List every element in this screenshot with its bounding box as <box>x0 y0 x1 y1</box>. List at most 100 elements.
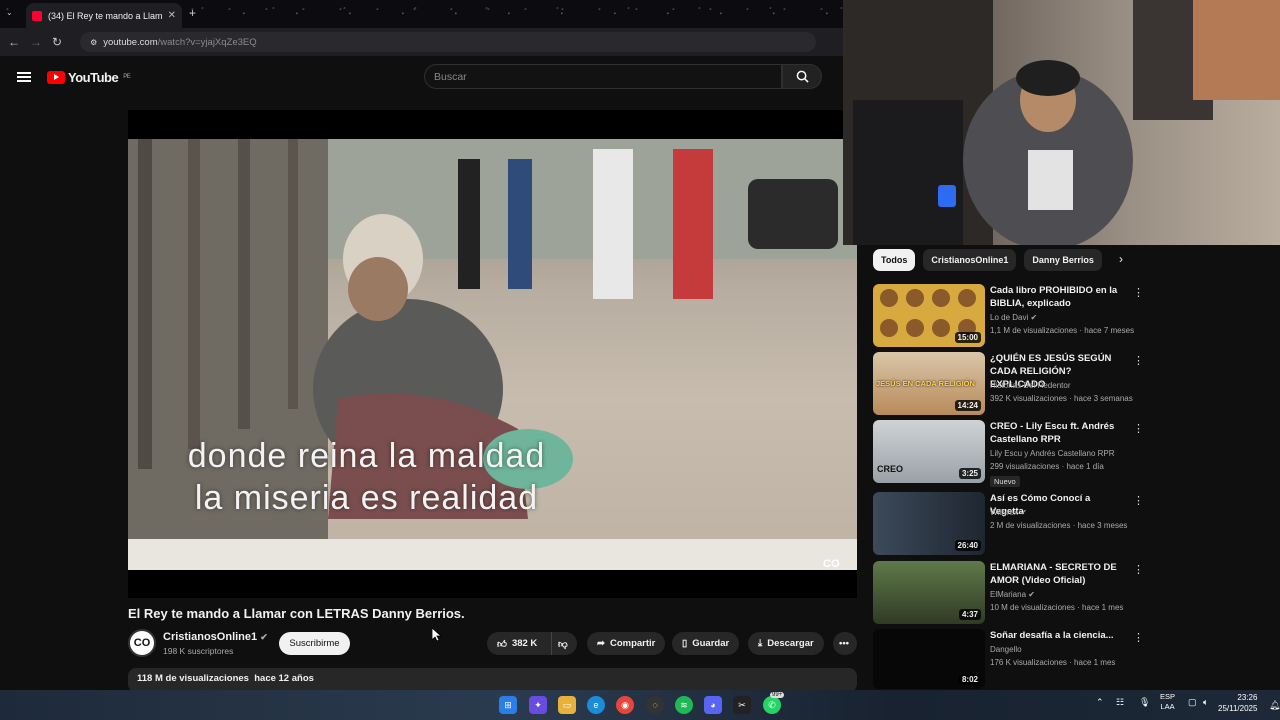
chips-next-icon[interactable]: › <box>1119 252 1123 266</box>
filter-chips: Todos CristianosOnline1 Danny Berrios <box>873 249 1102 272</box>
display-icon[interactable]: ▢ <box>1188 697 1197 708</box>
system-clock[interactable]: 23:26 25/11/2025 <box>1218 692 1257 714</box>
related-video[interactable]: 15:00 Cada libro PROHIBIDO en la BIBLIA,… <box>873 284 1144 348</box>
mouse-cursor-icon <box>432 628 442 642</box>
subscriber-count: 198 K suscriptores <box>163 646 234 656</box>
video-thumbnail[interactable]: CREO 3:25 <box>873 420 985 483</box>
tab-list-chevron-icon[interactable]: ⌄ <box>6 8 13 17</box>
like-button[interactable]: 👍︎ 382 K <box>487 632 551 655</box>
dislike-button[interactable]: 👎︎ <box>551 632 577 655</box>
video-thumbnail[interactable]: JESÚS EN CADA RELIGIÓN 14:24 <box>873 352 985 415</box>
related-channel[interactable]: Lo de Davi ✔ <box>990 313 1037 322</box>
related-title[interactable]: Soñar desafía a la ciencia... <box>990 629 1125 642</box>
region-code: PE <box>123 74 131 80</box>
whatsapp-icon[interactable]: ✆ <box>763 696 781 714</box>
windows-taskbar <box>0 690 1280 720</box>
close-tab-icon[interactable]: ✕ <box>168 10 176 21</box>
copilot-icon[interactable]: ✦ <box>529 696 547 714</box>
related-title[interactable]: CREO - Lily Escu ft. Andrés Castellano R… <box>990 420 1125 446</box>
site-info-icon[interactable]: ⚙ <box>90 38 97 47</box>
channel-name-text: CristianosOnline1 <box>163 631 258 643</box>
notification-count: 99+ <box>770 692 785 698</box>
file-explorer-icon[interactable]: ▭ <box>558 696 576 714</box>
video-thumbnail[interactable]: 8:02 <box>873 629 985 689</box>
chip-channel[interactable]: CristianosOnline1 <box>923 249 1017 271</box>
chip-todos[interactable]: Todos <box>873 249 916 271</box>
chrome-icon[interactable]: ◉ <box>616 696 634 714</box>
reload-icon[interactable]: ↻ <box>52 35 62 49</box>
video-thumbnail[interactable]: 26:40 <box>873 492 985 555</box>
related-video[interactable]: JESÚS EN CADA RELIGIÓN 14:24 ¿QUIÉN ES J… <box>873 352 1144 416</box>
start-icon[interactable]: ⊞ <box>499 696 517 714</box>
address-bar[interactable]: ⚙ youtube.com/watch?v=yjajXqZe3EQ <box>80 32 817 52</box>
back-icon[interactable]: ← <box>8 35 20 49</box>
capcut-icon[interactable]: ✂ <box>733 696 751 714</box>
spotify-icon[interactable]: ≋ <box>675 696 693 714</box>
volume-icon[interactable]: 🔈︎ <box>1203 697 1208 708</box>
subscribe-button[interactable]: Suscribirme <box>279 632 350 655</box>
like-count: 382 K <box>511 638 538 649</box>
duration-badge: 26:40 <box>954 540 981 551</box>
related-video[interactable]: 26:40 Así es Cómo Conocí a Vegetta Willy… <box>873 492 1144 556</box>
channel-avatar[interactable]: CO <box>128 629 156 657</box>
tray-overflow-icon[interactable]: ⌃ <box>1096 697 1104 708</box>
video-thumbnail[interactable]: 4:37 <box>873 561 985 624</box>
thumbs-down-icon: 👎︎ <box>558 638 568 650</box>
more-vertical-icon[interactable]: ⋮ <box>1133 563 1144 576</box>
related-channel[interactable]: ElMariana ✔ <box>990 590 1035 599</box>
video-frame[interactable]: donde reina la maldad la miseria es real… <box>128 139 857 570</box>
duration-badge: 14:24 <box>954 400 981 411</box>
download-button[interactable]: ⤓ Descargar <box>748 632 824 655</box>
related-video[interactable]: 8:02 Soñar desafía a la ciencia... Dange… <box>873 629 1144 689</box>
search-button[interactable] <box>782 64 822 89</box>
related-channel[interactable]: Lily Escu y Andrés Castellano RPR <box>990 449 1115 458</box>
view-count: 118 M de visualizaciones <box>137 673 249 684</box>
youtube-play-icon <box>47 70 65 84</box>
bookmark-icon: ▯ <box>682 638 688 649</box>
more-vertical-icon[interactable]: ⋮ <box>1133 631 1144 644</box>
more-vertical-icon[interactable]: ⋮ <box>1133 286 1144 299</box>
more-actions-button[interactable]: ••• <box>833 632 857 655</box>
more-vertical-icon[interactable]: ⋮ <box>1133 422 1144 435</box>
related-channel[interactable]: Historias Del Redentor <box>990 381 1070 390</box>
chip-artist[interactable]: Danny Berrios <box>1024 249 1102 271</box>
clock-time: 23:26 <box>1237 693 1258 702</box>
related-channel[interactable]: Willyrex ✔ <box>990 508 1027 517</box>
download-icon: ⤓ <box>758 638 763 649</box>
microphone-icon[interactable]: 🎙︎ <box>1139 697 1150 708</box>
related-meta: 1,1 M de visualizaciones · hace 7 meses <box>990 326 1135 335</box>
youtube-favicon-icon <box>32 10 42 21</box>
related-meta: 10 M de visualizaciones · hace 1 mes <box>990 603 1124 612</box>
menu-icon[interactable] <box>17 72 31 82</box>
new-tab-icon[interactable]: + <box>189 6 196 20</box>
network-icon[interactable]: ☷ <box>1116 697 1124 708</box>
duration-badge: 15:00 <box>954 332 981 343</box>
channel-watermark[interactable]: CO <box>823 558 840 570</box>
notifications-icon[interactable]: 🔔︎ <box>1269 700 1280 711</box>
forward-icon[interactable]: → <box>30 35 42 49</box>
browser-tab[interactable]: (34) El Rey te mando a Llamar c ✕ <box>26 3 182 28</box>
edge-icon[interactable]: e <box>587 696 605 714</box>
app-icon[interactable]: ◌ <box>646 696 664 714</box>
more-vertical-icon[interactable]: ⋮ <box>1133 494 1144 507</box>
language-indicator[interactable]: ESP LAA <box>1160 692 1175 712</box>
related-title[interactable]: Cada libro PROHIBIDO en la BIBLIA, expli… <box>990 284 1125 310</box>
description-box[interactable]: 118 M de visualizaciones hace 12 años <box>128 668 857 692</box>
related-title[interactable]: ELMARIANA - SECRETO DE AMOR (Video Ofici… <box>990 561 1125 587</box>
tab-title: (34) El Rey te mando a Llamar c <box>48 10 162 21</box>
video-thumbnail[interactable]: 15:00 <box>873 284 985 347</box>
thumbnail-text: CREO <box>877 464 904 474</box>
channel-name[interactable]: CristianosOnline1 ✔ <box>163 631 268 643</box>
url-path: /watch?v=yjajXqZe3EQ <box>157 36 257 48</box>
share-label: Compartir <box>609 638 656 649</box>
subtitle-line-2: la miseria es realidad <box>194 479 539 517</box>
discord-icon[interactable]: ◕ <box>704 696 722 714</box>
related-channel[interactable]: Dangello <box>990 645 1022 654</box>
related-video[interactable]: 4:37 ELMARIANA - SECRETO DE AMOR (Video … <box>873 561 1144 625</box>
save-button[interactable]: ▯ Guardar <box>672 632 740 655</box>
search-input[interactable]: Buscar <box>424 64 782 89</box>
share-button[interactable]: ➦ Compartir <box>587 632 666 655</box>
more-vertical-icon[interactable]: ⋮ <box>1133 354 1144 367</box>
related-video[interactable]: CREO 3:25 CREO - Lily Escu ft. Andrés Ca… <box>873 420 1144 487</box>
youtube-logo[interactable]: YouTube PE <box>47 70 131 85</box>
